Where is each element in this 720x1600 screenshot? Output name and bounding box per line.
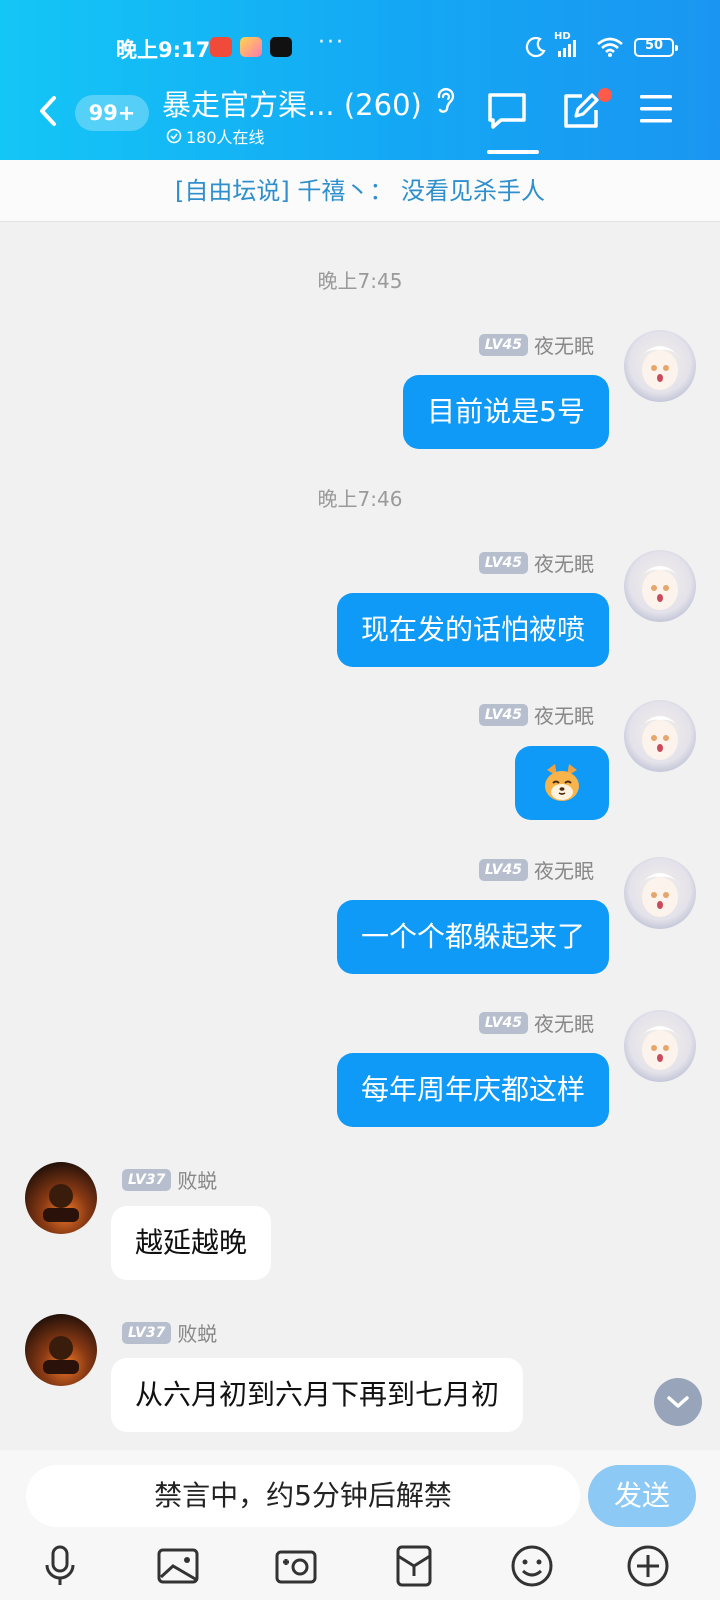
message-input[interactable]: 禁言中，约5分钟后解禁 xyxy=(26,1465,580,1527)
sender-name[interactable]: 败蜕 xyxy=(177,1165,217,1194)
sender-name[interactable]: 夜无眠 xyxy=(534,1008,594,1037)
sticker-bubble[interactable] xyxy=(515,746,609,820)
chat-bubble-icon[interactable] xyxy=(487,92,527,130)
battery-level: 50 xyxy=(644,38,664,53)
pinned-notice[interactable]: [自由坛说] 千禧丶： 没看见杀手人 xyxy=(0,160,720,222)
app-notification-icon xyxy=(210,37,232,57)
sender-name[interactable]: 夜无眠 xyxy=(534,548,594,577)
level-badge: LV45 xyxy=(478,858,528,881)
level-badge: LV45 xyxy=(478,1011,528,1034)
unread-badge[interactable]: 99+ xyxy=(75,95,149,131)
avatar[interactable] xyxy=(25,1314,97,1386)
red-packet-icon[interactable] xyxy=(392,1544,436,1588)
message-bubble[interactable]: 目前说是5号 xyxy=(403,375,609,449)
dog-face-emoji-icon xyxy=(545,764,579,801)
image-icon[interactable] xyxy=(156,1544,200,1588)
sender-name[interactable]: 败蜕 xyxy=(177,1318,217,1347)
sender-name[interactable]: 夜无眠 xyxy=(534,330,594,359)
avatar[interactable] xyxy=(624,700,696,772)
moon-icon xyxy=(525,36,546,58)
level-badge: LV37 xyxy=(122,1321,172,1344)
avatar[interactable] xyxy=(624,550,696,622)
sender-line: LV45 夜无眠 xyxy=(478,700,594,729)
online-count-label: 180人在线 xyxy=(186,128,265,147)
microphone-icon[interactable] xyxy=(38,1544,82,1588)
sender-name[interactable]: 夜无眠 xyxy=(534,700,594,729)
status-time: 晚上9:17 xyxy=(116,38,211,62)
scroll-to-bottom-button[interactable] xyxy=(654,1378,702,1426)
sender-name[interactable]: 夜无眠 xyxy=(534,855,594,884)
plus-icon[interactable] xyxy=(626,1544,670,1588)
emoji-icon[interactable] xyxy=(510,1544,554,1588)
message-bubble[interactable]: 越延越晚 xyxy=(111,1206,272,1280)
sender-line: LV37 败蜕 xyxy=(122,1165,217,1194)
timestamp: 晚上7:45 xyxy=(317,269,403,293)
tiktok-notification-icon xyxy=(270,37,292,57)
timestamp: 晚上7:46 xyxy=(317,487,403,511)
edit-post-icon[interactable] xyxy=(562,92,602,130)
avatar[interactable] xyxy=(624,857,696,929)
message-bubble[interactable]: 从六月初到六月下再到七月初 xyxy=(111,1358,524,1432)
avatar[interactable] xyxy=(624,330,696,402)
sender-line: LV45 夜无眠 xyxy=(478,330,594,359)
message-bubble[interactable]: 一个个都躲起来了 xyxy=(336,900,609,974)
menu-icon[interactable] xyxy=(638,92,674,126)
send-button[interactable]: 发送 xyxy=(588,1465,696,1527)
online-count: 180人在线 xyxy=(166,124,265,148)
group-title[interactable]: 暴走官方渠... (260) xyxy=(162,82,422,124)
game-notification-icon xyxy=(240,37,262,57)
ear-icon[interactable] xyxy=(434,86,456,116)
camera-icon[interactable] xyxy=(274,1544,318,1588)
level-badge: LV37 xyxy=(122,1168,172,1191)
active-tab-indicator xyxy=(487,150,539,154)
message-bubble[interactable]: 现在发的话怕被喷 xyxy=(336,593,609,667)
signal-icon xyxy=(558,40,576,57)
chevron-down-icon xyxy=(667,1396,689,1408)
input-bar: 禁言中，约5分钟后解禁 发送 xyxy=(0,1450,720,1600)
sender-line: LV37 败蜕 xyxy=(122,1318,217,1347)
battery-icon: 50 xyxy=(634,38,678,57)
sender-line: LV45 夜无眠 xyxy=(478,855,594,884)
message-bubble[interactable]: 每年周年庆都这样 xyxy=(336,1053,609,1127)
chat-header: 晚上9:17 ··· HD 50 99+ 暴走官方渠... (260) 180人… xyxy=(0,0,720,160)
level-badge: LV45 xyxy=(478,703,528,726)
wifi-icon xyxy=(597,37,623,57)
level-badge: LV45 xyxy=(478,551,528,574)
level-badge: LV45 xyxy=(478,333,528,356)
more-notifications-icon: ··· xyxy=(318,30,345,55)
back-arrow-icon[interactable] xyxy=(36,94,60,128)
avatar[interactable] xyxy=(624,1010,696,1082)
status-bar: 晚上9:17 ··· HD 50 xyxy=(0,30,720,62)
notification-dot xyxy=(598,88,612,102)
sender-line: LV45 夜无眠 xyxy=(478,1008,594,1037)
sender-line: LV45 夜无眠 xyxy=(478,548,594,577)
check-circle-icon xyxy=(166,128,182,144)
avatar[interactable] xyxy=(25,1162,97,1234)
